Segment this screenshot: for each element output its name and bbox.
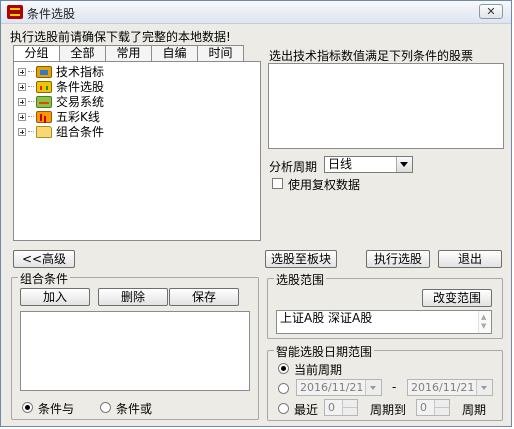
period-select[interactable]: 日线: [324, 156, 413, 173]
date-dash: -: [392, 380, 397, 394]
end-date-value: 2016/11/21: [411, 381, 475, 394]
expand-icon[interactable]: [18, 67, 26, 76]
period-to-value: 0: [420, 401, 427, 414]
tree-item-condition[interactable]: 条件选股: [18, 79, 104, 94]
tab-group[interactable]: 分组: [13, 45, 60, 61]
app-logo-icon: [7, 5, 23, 19]
combo-conditions-list[interactable]: [20, 311, 250, 391]
start-date-value: 2016/11/21: [300, 381, 364, 394]
expand-icon[interactable]: [18, 97, 26, 106]
end-date-picker[interactable]: 2016/11/21: [407, 379, 493, 396]
stock-range-box: 上证A股 深证A股: [276, 310, 492, 334]
stepper-down-icon[interactable]: [342, 408, 357, 415]
current-period-radio[interactable]: [278, 363, 289, 374]
date-range-title: 智能选股日期范围: [274, 343, 375, 360]
title-bar[interactable]: 条件选股 ✕: [1, 1, 511, 24]
or-radio-label: 条件或: [116, 402, 153, 416]
formula-description-box: [268, 63, 504, 149]
execute-select-button[interactable]: 执行选股: [366, 250, 430, 268]
combo-conditions-group: 组合条件 加入 删除 保存 条件与 条件或: [11, 270, 259, 420]
tree-item-indicators[interactable]: 技术指标: [18, 64, 104, 79]
period-select-value: 日线: [328, 157, 353, 171]
range-scrollbar[interactable]: [478, 310, 491, 333]
formula-tabs: 分组 全部 常用 自编 时间: [13, 45, 244, 62]
delete-button[interactable]: 删除: [98, 288, 168, 306]
trading-system-icon: [36, 95, 52, 108]
recent-period-stepper[interactable]: 0: [324, 399, 358, 416]
combo-conditions-title: 组合条件: [18, 270, 71, 287]
stock-range-value: 上证A股 深证A股: [280, 311, 373, 325]
period-to-stepper[interactable]: 0: [416, 399, 450, 416]
tree-item-combo[interactable]: 组合条件: [18, 124, 104, 139]
use-adjusted-label: 使用复权数据: [288, 178, 361, 192]
folder-icon: [36, 125, 52, 138]
stepper-up-icon[interactable]: [434, 400, 449, 408]
chevron-down-icon[interactable]: [476, 380, 492, 395]
tab-time[interactable]: 时间: [197, 45, 244, 61]
chevron-down-icon[interactable]: [396, 157, 412, 172]
stock-range-title: 选股范围: [274, 271, 327, 288]
period-unit-label: 周期: [462, 403, 487, 417]
tree-item-trading-system[interactable]: 交易系统: [18, 94, 104, 109]
tab-all[interactable]: 全部: [59, 45, 106, 61]
use-adjusted-checkbox[interactable]: [272, 178, 283, 189]
add-button[interactable]: 加入: [20, 288, 90, 306]
data-notice: 执行选股前请确保下载了完整的本地数据!: [10, 30, 231, 44]
tab-custom[interactable]: 自编: [151, 45, 198, 61]
close-button[interactable]: ✕: [479, 4, 503, 19]
current-period-label: 当前周期: [294, 363, 343, 377]
expand-icon[interactable]: [18, 112, 26, 121]
recent-radio[interactable]: [278, 403, 289, 414]
change-range-button[interactable]: 改变范围: [422, 289, 492, 307]
window-title: 条件选股: [27, 7, 76, 21]
advanced-button[interactable]: <<高级: [13, 250, 75, 268]
indicator-icon: [36, 65, 52, 78]
tree-item-label: 组合条件: [56, 125, 105, 139]
chevron-down-icon[interactable]: [365, 380, 381, 395]
condition-icon: [36, 80, 52, 93]
period-label: 分析周期: [269, 160, 318, 174]
formula-tree[interactable]: 技术指标 条件选股 交易系统 五彩K线 组合条件: [13, 61, 261, 241]
date-range-group: 智能选股日期范围 当前周期 2016/11/21 - 2016/11/21 最近…: [267, 343, 503, 421]
or-radio[interactable]: [100, 402, 111, 413]
expand-icon[interactable]: [18, 127, 26, 136]
recent-label: 最近: [294, 403, 319, 417]
period-to-label: 周期到: [370, 403, 407, 417]
select-to-block-button[interactable]: 选股至板块: [265, 250, 337, 268]
stepper-down-icon[interactable]: [434, 408, 449, 415]
tab-common[interactable]: 常用: [105, 45, 152, 61]
expand-icon[interactable]: [18, 82, 26, 91]
save-button[interactable]: 保存: [169, 288, 239, 306]
candlestick-icon: [36, 110, 52, 123]
exit-button[interactable]: 退出: [438, 250, 502, 268]
description-label: 选出技术指标数值满足下列条件的股票: [269, 49, 474, 63]
stepper-up-icon[interactable]: [342, 400, 357, 408]
date-span-radio[interactable]: [278, 383, 289, 394]
and-radio[interactable]: [22, 402, 33, 413]
condition-select-window: 条件选股 ✕ 执行选股前请确保下载了完整的本地数据! 分组 全部 常用 自编 时…: [0, 0, 512, 427]
recent-period-value: 0: [328, 401, 335, 414]
and-radio-label: 条件与: [38, 402, 75, 416]
start-date-picker[interactable]: 2016/11/21: [296, 379, 382, 396]
tree-item-candlestick[interactable]: 五彩K线: [18, 109, 100, 124]
stock-range-group: 选股范围 改变范围 上证A股 深证A股: [267, 271, 503, 339]
